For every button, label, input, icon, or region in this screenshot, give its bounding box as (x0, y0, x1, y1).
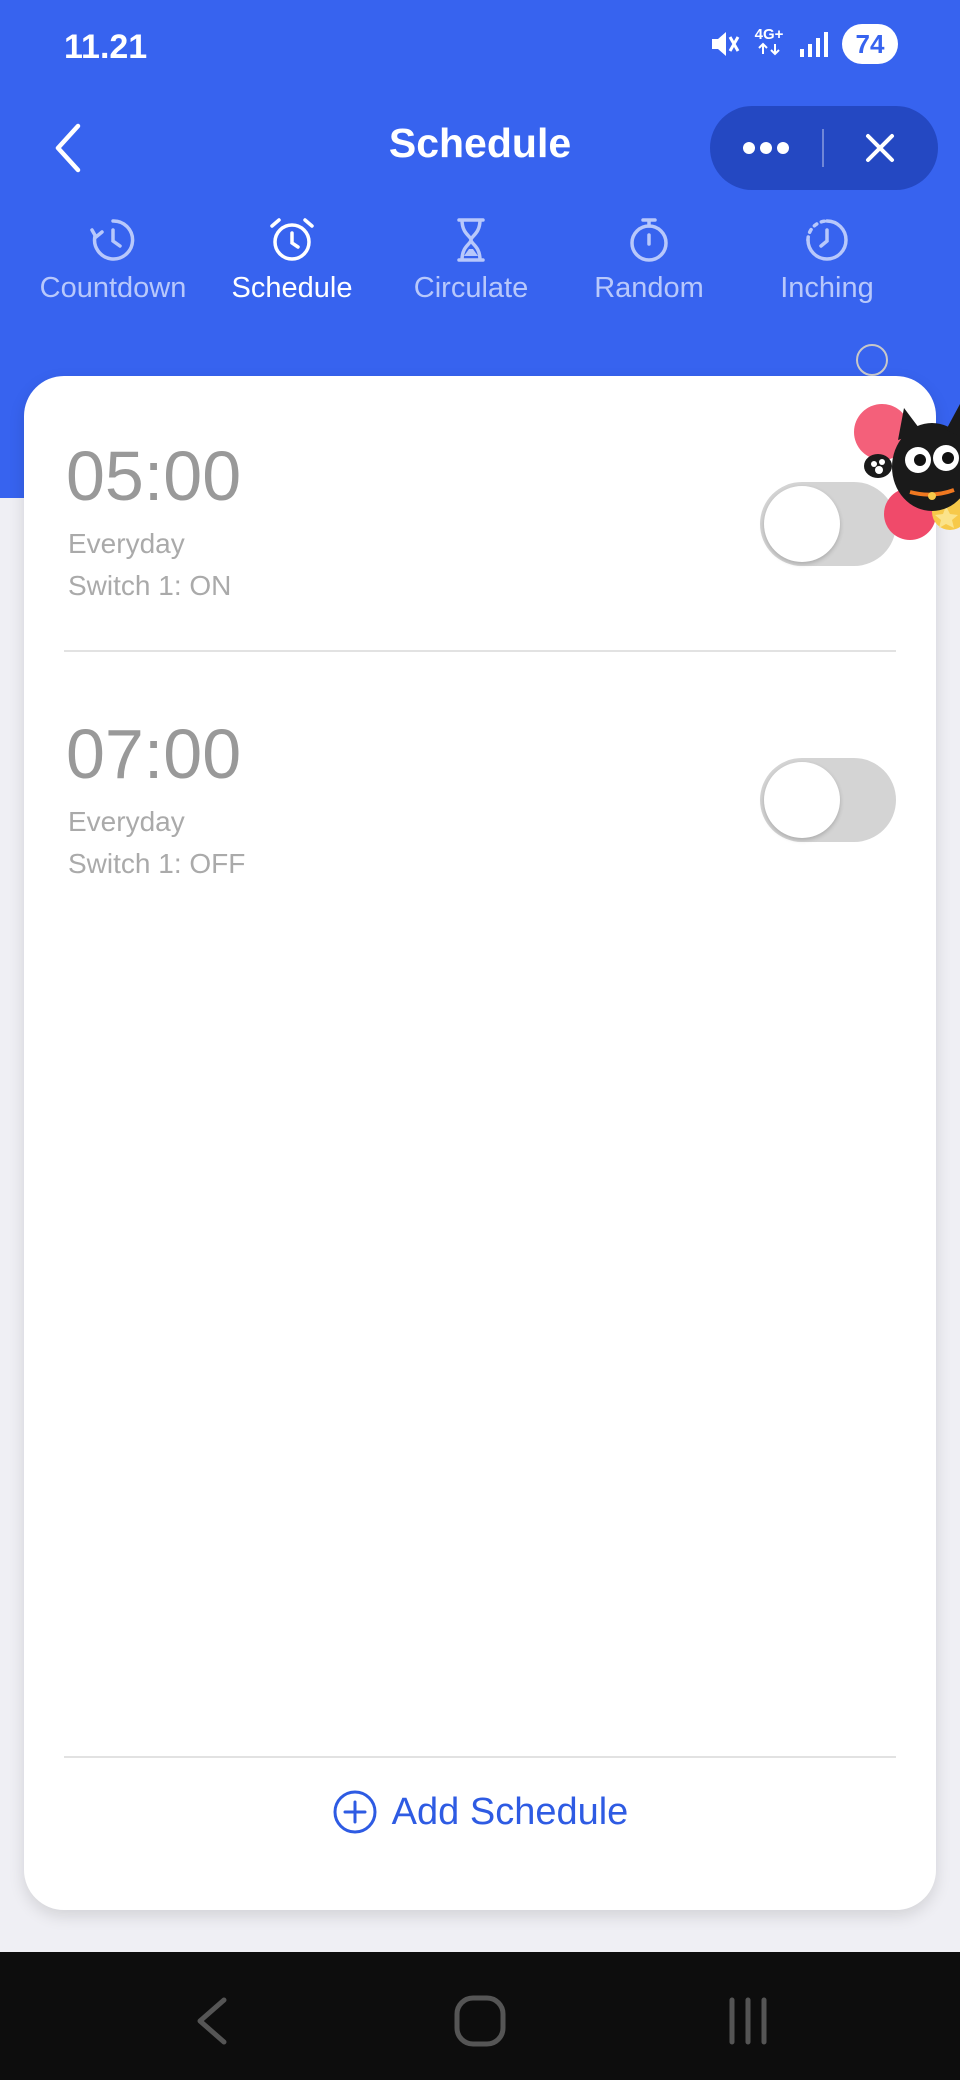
tab-label: Schedule (231, 272, 353, 304)
schedule-row[interactable]: 07:00 Everyday Switch 1: OFF (24, 654, 936, 930)
schedule-repeat: Everyday (68, 806, 185, 837)
hourglass-icon (457, 218, 485, 262)
status-time: 11.21 (64, 28, 148, 66)
status-icons: 4G+ 74 (708, 24, 898, 64)
schedule-card: 05:00 Everyday Switch 1: ON 07:00 Everyd… (24, 376, 936, 1910)
nav-recents-icon[interactable] (708, 1986, 788, 2056)
battery-indicator: 74 (842, 24, 898, 64)
tab-label: Random (594, 272, 704, 304)
nav-back-icon[interactable] (170, 1986, 250, 2056)
stopwatch-icon (630, 218, 668, 262)
tab-schedule[interactable]: Schedule (202, 216, 382, 305)
cat-sticker-icon[interactable] (850, 342, 960, 542)
tab-label: Circulate (413, 272, 529, 304)
mute-icon (712, 32, 740, 56)
tab-bar: Countdown Schedule Circulate Random Inch… (0, 216, 960, 316)
close-button[interactable] (824, 106, 936, 190)
tab-circulate[interactable]: Circulate (381, 216, 561, 305)
row-divider (64, 650, 896, 652)
schedule-action: Switch 1: ON (68, 570, 232, 601)
nav-home-icon[interactable] (440, 1986, 520, 2056)
tab-countdown[interactable]: Countdown (23, 216, 203, 305)
add-schedule-label: Add Schedule (391, 1790, 629, 1833)
signal-icon (800, 32, 828, 57)
schedule-repeat: Everyday (68, 528, 185, 559)
countdown-icon (90, 219, 135, 261)
network-indicator: 4G+ (754, 27, 784, 61)
schedule-time: 07:00 (66, 715, 242, 793)
schedule-action: Switch 1: OFF (68, 848, 246, 879)
tab-random[interactable]: Random (559, 216, 739, 305)
tab-label: Countdown (39, 272, 187, 304)
toggle-knob (764, 762, 840, 838)
schedule-toggle[interactable] (760, 758, 896, 842)
schedule-row[interactable]: 05:00 Everyday Switch 1: ON (24, 376, 936, 652)
more-icon (743, 142, 789, 154)
tab-label: Inching (780, 272, 874, 304)
menu-capsule (710, 106, 938, 190)
more-button[interactable] (710, 106, 822, 190)
close-icon (866, 134, 894, 162)
schedule-time: 05:00 (66, 437, 242, 515)
tab-inching[interactable]: Inching (737, 216, 917, 305)
dotted-clock-icon (806, 219, 848, 261)
add-circle-icon (333, 1790, 377, 1834)
data-arrows-icon (758, 42, 780, 55)
add-schedule-button[interactable]: Add Schedule (24, 1752, 936, 1872)
alarm-clock-icon (270, 218, 314, 261)
toggle-knob (764, 486, 840, 562)
